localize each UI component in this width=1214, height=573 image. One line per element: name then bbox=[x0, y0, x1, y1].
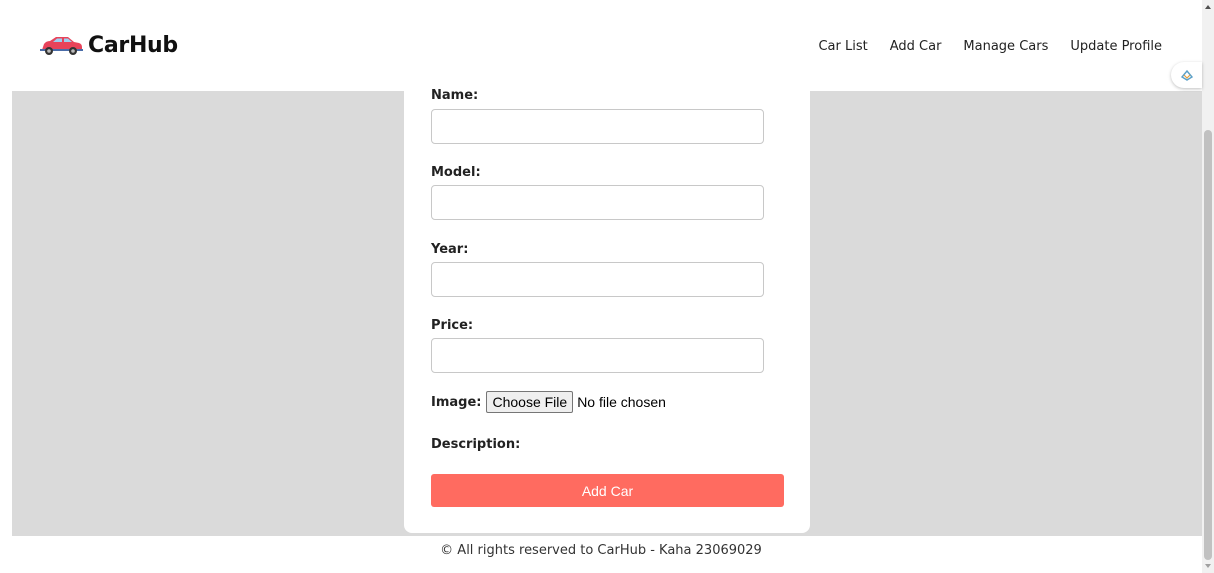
choose-file-button[interactable]: Choose File bbox=[486, 391, 574, 413]
extension-badge[interactable] bbox=[1171, 62, 1202, 88]
brand-logo[interactable]: CarHub bbox=[38, 33, 178, 58]
year-label: Year: bbox=[431, 242, 469, 257]
description-label: Description: bbox=[431, 437, 521, 452]
name-input[interactable] bbox=[431, 109, 764, 144]
model-label: Model: bbox=[431, 165, 481, 180]
nav-car-list[interactable]: Car List bbox=[818, 39, 867, 54]
nav-manage-cars[interactable]: Manage Cars bbox=[963, 39, 1048, 54]
header: CarHub Car List Add Car Manage Cars Upda… bbox=[0, 0, 1202, 91]
nav-update-profile[interactable]: Update Profile bbox=[1070, 39, 1162, 54]
year-input[interactable] bbox=[431, 262, 764, 297]
image-label: Image: bbox=[431, 394, 482, 410]
add-car-button[interactable]: Add Car bbox=[431, 474, 784, 507]
file-status-text: No file chosen bbox=[577, 394, 666, 410]
price-input[interactable] bbox=[431, 338, 764, 373]
page-scrollbar[interactable] bbox=[1202, 0, 1214, 573]
model-input[interactable] bbox=[431, 185, 764, 220]
scrollbar-thumb[interactable] bbox=[1204, 130, 1212, 560]
price-label: Price: bbox=[431, 318, 474, 333]
extension-icon bbox=[1180, 69, 1193, 81]
scroll-up-arrow-icon[interactable] bbox=[1202, 2, 1214, 12]
car-icon bbox=[40, 36, 83, 55]
name-label: Name: bbox=[431, 88, 479, 103]
nav-add-car[interactable]: Add Car bbox=[890, 39, 942, 54]
main-nav: Car List Add Car Manage Cars Update Prof… bbox=[818, 39, 1162, 54]
footer-copyright: © All rights reserved to CarHub - Kaha 2… bbox=[440, 543, 762, 558]
scroll-down-arrow-icon[interactable] bbox=[1202, 561, 1214, 571]
image-upload-row: Image: Choose File No file chosen bbox=[431, 391, 666, 413]
brand-name: CarHub bbox=[88, 33, 178, 58]
